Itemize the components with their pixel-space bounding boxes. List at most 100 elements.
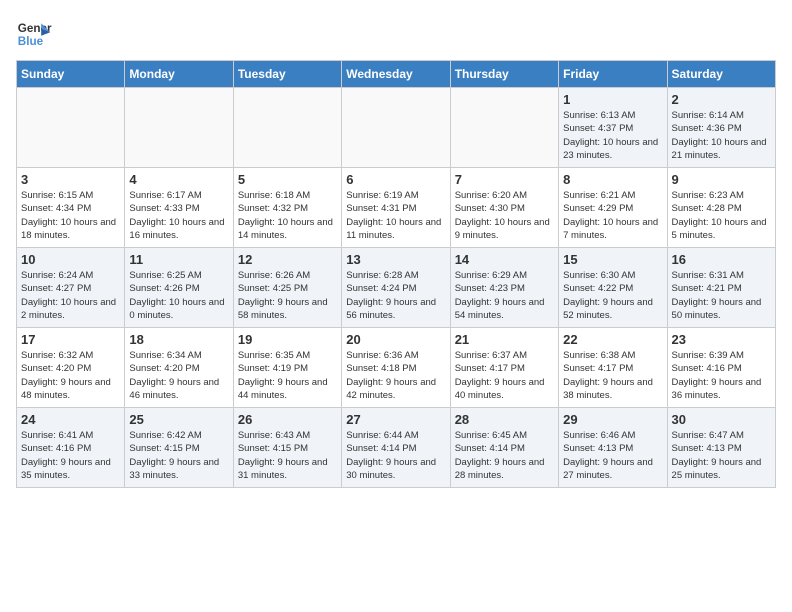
day-info: Sunrise: 6:25 AM Sunset: 4:26 PM Dayligh… [129,269,228,322]
calendar-cell: 14 Sunrise: 6:29 AM Sunset: 4:23 PM Dayli… [450,248,558,328]
calendar-cell: 3 Sunrise: 6:15 AM Sunset: 4:34 PM Daylig… [17,168,125,248]
logo-icon: General Blue [16,16,52,52]
calendar-cell [450,88,558,168]
day-info: Sunrise: 6:35 AM Sunset: 4:19 PM Dayligh… [238,349,337,402]
calendar-cell: 13Sunrise: 6:28 AM Sunset: 4:24 PM Dayli… [342,248,450,328]
calendar-week-1: 1Sunrise: 6:13 AM Sunset: 4:37 PM Daylig… [17,88,776,168]
calendar-cell: 27 Sunrise: 6:44 AM Sunset: 4:14 PM Dayli… [342,408,450,488]
calendar-cell [233,88,341,168]
day-info: Sunrise: 6:34 AM Sunset: 4:20 PM Dayligh… [129,349,228,402]
day-info: Sunrise: 6:47 AM Sunset: 4:13 PM Dayligh… [672,429,771,482]
calendar-cell: 7Sunrise: 6:20 AM Sunset: 4:30 PM Daylig… [450,168,558,248]
day-info: Sunrise: 6:15 AM Sunset: 4:34 PM Dayligh… [21,189,120,242]
day-info: Sunrise: 6:13 AM Sunset: 4:37 PM Dayligh… [563,109,662,162]
calendar-cell [125,88,233,168]
day-number: 14 [455,252,554,267]
day-number: 24 [21,412,120,427]
calendar-body: 1Sunrise: 6:13 AM Sunset: 4:37 PM Daylig… [17,88,776,488]
calendar-cell: 16Sunrise: 6:31 AM Sunset: 4:21 PM Dayli… [667,248,775,328]
calendar-cell: 1Sunrise: 6:13 AM Sunset: 4:37 PM Daylig… [559,88,667,168]
day-info: Sunrise: 6:45 AM Sunset: 4:14 PM Dayligh… [455,429,554,482]
calendar-cell [17,88,125,168]
calendar-cell: 19 Sunrise: 6:35 AM Sunset: 4:19 PM Dayli… [233,328,341,408]
calendar-header-sunday: Sunday [17,61,125,88]
day-number: 9 [672,172,771,187]
day-number: 28 [455,412,554,427]
calendar-cell: 4 Sunrise: 6:17 AM Sunset: 4:33 PM Daylig… [125,168,233,248]
calendar-cell: 5Sunrise: 6:18 AM Sunset: 4:32 PM Daylig… [233,168,341,248]
day-info: Sunrise: 6:18 AM Sunset: 4:32 PM Dayligh… [238,189,337,242]
day-info: Sunrise: 6:42 AM Sunset: 4:15 PM Dayligh… [129,429,228,482]
day-info: Sunrise: 6:39 AM Sunset: 4:16 PM Dayligh… [672,349,771,402]
day-info: Sunrise: 6:17 AM Sunset: 4:33 PM Dayligh… [129,189,228,242]
calendar-header-friday: Friday [559,61,667,88]
day-info: Sunrise: 6:19 AM Sunset: 4:31 PM Dayligh… [346,189,445,242]
day-info: Sunrise: 6:32 AM Sunset: 4:20 PM Dayligh… [21,349,120,402]
day-info: Sunrise: 6:21 AM Sunset: 4:29 PM Dayligh… [563,189,662,242]
day-number: 10 [21,252,120,267]
calendar-cell: 11 Sunrise: 6:25 AM Sunset: 4:26 PM Dayli… [125,248,233,328]
day-number: 25 [129,412,228,427]
calendar-cell: 2 Sunrise: 6:14 AM Sunset: 4:36 PM Daylig… [667,88,775,168]
calendar-cell: 18 Sunrise: 6:34 AM Sunset: 4:20 PM Dayli… [125,328,233,408]
calendar-cell: 23 Sunrise: 6:39 AM Sunset: 4:16 PM Dayli… [667,328,775,408]
calendar-cell: 10 Sunrise: 6:24 AM Sunset: 4:27 PM Dayli… [17,248,125,328]
day-number: 12 [238,252,337,267]
day-info: Sunrise: 6:43 AM Sunset: 4:15 PM Dayligh… [238,429,337,482]
day-info: Sunrise: 6:41 AM Sunset: 4:16 PM Dayligh… [21,429,120,482]
day-info: Sunrise: 6:14 AM Sunset: 4:36 PM Dayligh… [672,109,771,162]
day-number: 3 [21,172,120,187]
calendar-cell: 29 Sunrise: 6:46 AM Sunset: 4:13 PM Dayli… [559,408,667,488]
calendar-week-3: 10 Sunrise: 6:24 AM Sunset: 4:27 PM Dayli… [17,248,776,328]
calendar-cell: 25 Sunrise: 6:42 AM Sunset: 4:15 PM Dayli… [125,408,233,488]
calendar-header-thursday: Thursday [450,61,558,88]
day-number: 4 [129,172,228,187]
day-number: 11 [129,252,228,267]
day-number: 23 [672,332,771,347]
day-info: Sunrise: 6:24 AM Sunset: 4:27 PM Dayligh… [21,269,120,322]
page-header: General Blue [16,16,776,52]
calendar-cell: 6 Sunrise: 6:19 AM Sunset: 4:31 PM Daylig… [342,168,450,248]
day-number: 29 [563,412,662,427]
day-number: 21 [455,332,554,347]
calendar-cell: 17 Sunrise: 6:32 AM Sunset: 4:20 PM Dayli… [17,328,125,408]
calendar-cell [342,88,450,168]
day-number: 27 [346,412,445,427]
calendar-cell: 15 Sunrise: 6:30 AM Sunset: 4:22 PM Dayli… [559,248,667,328]
calendar-cell: 21Sunrise: 6:37 AM Sunset: 4:17 PM Dayli… [450,328,558,408]
calendar-cell: 28 Sunrise: 6:45 AM Sunset: 4:14 PM Dayli… [450,408,558,488]
day-number: 6 [346,172,445,187]
day-number: 30 [672,412,771,427]
calendar-week-5: 24 Sunrise: 6:41 AM Sunset: 4:16 PM Dayli… [17,408,776,488]
day-info: Sunrise: 6:44 AM Sunset: 4:14 PM Dayligh… [346,429,445,482]
day-number: 20 [346,332,445,347]
calendar-week-2: 3 Sunrise: 6:15 AM Sunset: 4:34 PM Daylig… [17,168,776,248]
day-info: Sunrise: 6:23 AM Sunset: 4:28 PM Dayligh… [672,189,771,242]
calendar-cell: 24 Sunrise: 6:41 AM Sunset: 4:16 PM Dayli… [17,408,125,488]
calendar-header-tuesday: Tuesday [233,61,341,88]
calendar-cell: 20 Sunrise: 6:36 AM Sunset: 4:18 PM Dayli… [342,328,450,408]
day-info: Sunrise: 6:30 AM Sunset: 4:22 PM Dayligh… [563,269,662,322]
calendar-header-monday: Monday [125,61,233,88]
day-info: Sunrise: 6:46 AM Sunset: 4:13 PM Dayligh… [563,429,662,482]
day-number: 17 [21,332,120,347]
day-number: 15 [563,252,662,267]
day-number: 18 [129,332,228,347]
day-number: 2 [672,92,771,107]
calendar-cell: 12 Sunrise: 6:26 AM Sunset: 4:25 PM Dayli… [233,248,341,328]
day-info: Sunrise: 6:29 AM Sunset: 4:23 PM Dayligh… [455,269,554,322]
svg-text:Blue: Blue [18,35,44,48]
day-number: 8 [563,172,662,187]
calendar-cell: 26 Sunrise: 6:43 AM Sunset: 4:15 PM Dayli… [233,408,341,488]
calendar-header-saturday: Saturday [667,61,775,88]
day-info: Sunrise: 6:38 AM Sunset: 4:17 PM Dayligh… [563,349,662,402]
day-info: Sunrise: 6:26 AM Sunset: 4:25 PM Dayligh… [238,269,337,322]
day-number: 26 [238,412,337,427]
day-info: Sunrise: 6:31 AM Sunset: 4:21 PM Dayligh… [672,269,771,322]
logo: General Blue [16,16,52,52]
calendar-cell: 9 Sunrise: 6:23 AM Sunset: 4:28 PM Daylig… [667,168,775,248]
day-number: 19 [238,332,337,347]
day-number: 13 [346,252,445,267]
calendar-week-4: 17 Sunrise: 6:32 AM Sunset: 4:20 PM Dayli… [17,328,776,408]
day-info: Sunrise: 6:36 AM Sunset: 4:18 PM Dayligh… [346,349,445,402]
